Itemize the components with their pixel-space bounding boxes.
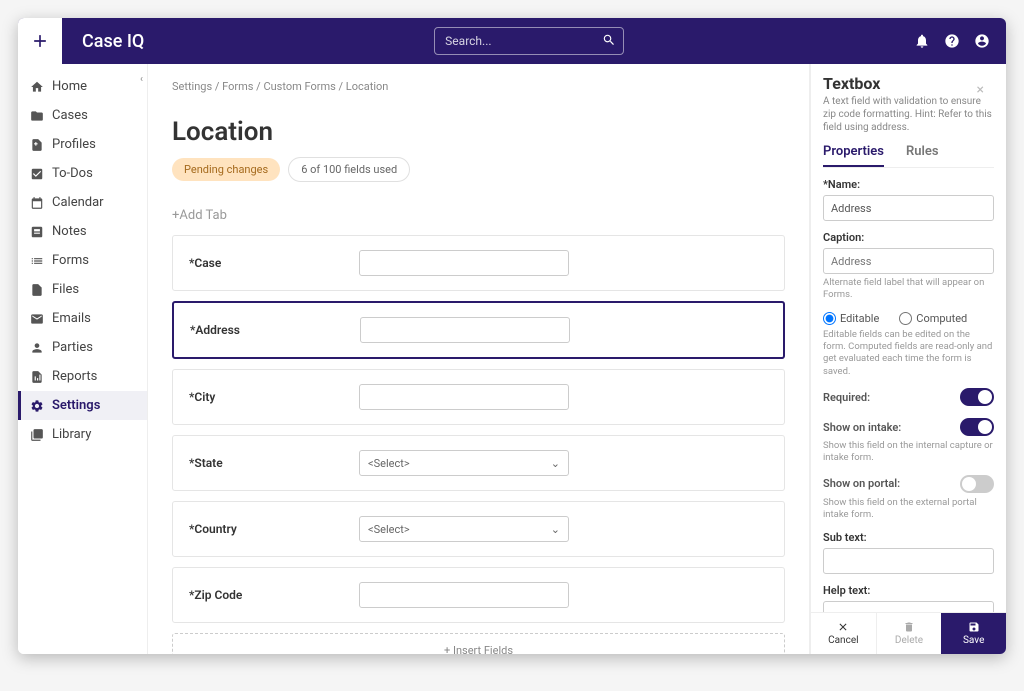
sidebar-item-todos[interactable]: To-Dos (18, 159, 147, 188)
sidebar-item-parties[interactable]: Parties (18, 333, 147, 362)
helptext-label: Help text: (823, 584, 994, 597)
subtext-label: Sub text: (823, 531, 994, 544)
form-row-state[interactable]: *State <Select>⌄ (172, 435, 785, 491)
form-row-case[interactable]: *Case (172, 235, 785, 291)
close-panel-icon[interactable]: × (977, 82, 984, 98)
sidebar-item-label: Reports (52, 369, 97, 384)
portal-label: Show on portal: (823, 477, 900, 490)
sidebar-item-label: Profiles (52, 137, 96, 152)
page-title: Location (172, 117, 785, 147)
sidebar-item-label: Settings (52, 398, 100, 413)
sidebar-item-label: Home (52, 79, 87, 94)
collapse-sidebar-icon[interactable]: ‹ (140, 74, 143, 85)
intake-note: Show this field on the internal capture … (823, 440, 994, 465)
caption-note: Alternate field label that will appear o… (823, 277, 994, 302)
portal-toggle[interactable] (960, 475, 994, 493)
tab-properties[interactable]: Properties (823, 144, 884, 167)
computed-radio[interactable]: Computed (899, 312, 967, 325)
sidebar-item-label: Notes (52, 224, 87, 239)
user-icon[interactable] (974, 33, 990, 49)
sidebar-item-library[interactable]: Library (18, 420, 147, 449)
field-label: *Country (189, 522, 359, 536)
form-row-address[interactable]: *Address (172, 301, 785, 359)
sidebar-item-notes[interactable]: Notes (18, 217, 147, 246)
name-input[interactable] (823, 195, 994, 221)
panel-description: A text field with validation to ensure z… (823, 95, 994, 134)
field-label: *Address (190, 323, 360, 337)
sidebar-item-label: Emails (52, 311, 91, 326)
field-input[interactable] (359, 250, 569, 276)
pending-changes-badge: Pending changes (172, 158, 280, 181)
sidebar-item-cases[interactable]: Cases (18, 101, 147, 130)
properties-panel: × Textbox A text field with validation t… (810, 64, 1006, 654)
sidebar-item-label: Cases (52, 108, 88, 123)
name-label: *Name: (823, 178, 994, 191)
editable-radio[interactable]: Editable (823, 312, 879, 325)
field-label: *Case (189, 256, 359, 270)
fields-count-badge: 6 of 100 fields used (288, 157, 410, 182)
field-select[interactable]: <Select>⌄ (359, 450, 569, 476)
search-icon (602, 33, 616, 47)
sidebar-item-label: Library (52, 427, 91, 442)
field-label: *Zip Code (189, 588, 359, 602)
caption-label: Caption: (823, 231, 994, 244)
main-content: Settings / Forms / Custom Forms / Locati… (148, 64, 810, 654)
sidebar-item-settings[interactable]: Settings (18, 391, 147, 420)
sidebar-item-profiles[interactable]: Profiles (18, 130, 147, 159)
cancel-button[interactable]: Cancel (811, 613, 876, 654)
field-input[interactable] (360, 317, 570, 343)
chevron-down-icon: ⌄ (551, 523, 560, 536)
sidebar-item-label: To-Dos (52, 166, 93, 181)
subtext-input[interactable] (823, 548, 994, 574)
portal-note: Show this field on the external portal i… (823, 497, 994, 522)
field-label: *City (189, 390, 359, 404)
sidebar-item-label: Forms (52, 253, 89, 268)
breadcrumb[interactable]: Settings / Forms / Custom Forms / Locati… (172, 80, 785, 93)
intake-toggle[interactable] (960, 418, 994, 436)
sidebar: ‹ Home Cases Profiles To-Dos Calendar No… (18, 64, 148, 654)
search-input[interactable] (434, 27, 624, 55)
chevron-down-icon: ⌄ (551, 457, 560, 470)
sidebar-item-emails[interactable]: Emails (18, 304, 147, 333)
bell-icon[interactable] (914, 33, 930, 49)
intake-label: Show on intake: (823, 421, 901, 434)
editable-note: Editable fields can be edited on the for… (823, 329, 994, 378)
field-input[interactable] (359, 582, 569, 608)
form-row-country[interactable]: *Country <Select>⌄ (172, 501, 785, 557)
form-row-city[interactable]: *City (172, 369, 785, 425)
add-tab-button[interactable]: +Add Tab (172, 202, 785, 229)
help-icon[interactable] (944, 33, 960, 49)
topbar: Case IQ (18, 18, 1006, 64)
create-button[interactable] (18, 18, 62, 64)
delete-button[interactable]: Delete (876, 613, 942, 654)
sidebar-item-calendar[interactable]: Calendar (18, 188, 147, 217)
save-button[interactable]: Save (941, 613, 1006, 654)
sidebar-item-forms[interactable]: Forms (18, 246, 147, 275)
helptext-input[interactable] (823, 601, 994, 612)
sidebar-item-label: Files (52, 282, 79, 297)
required-label: Required: (823, 391, 870, 404)
sidebar-item-files[interactable]: Files (18, 275, 147, 304)
caption-input[interactable] (823, 248, 994, 274)
required-toggle[interactable] (960, 388, 994, 406)
brand-title: Case IQ (82, 31, 144, 52)
field-select[interactable]: <Select>⌄ (359, 516, 569, 542)
insert-fields-button[interactable]: + Insert Fields (172, 633, 785, 654)
sidebar-item-label: Calendar (52, 195, 104, 210)
sidebar-item-label: Parties (52, 340, 93, 355)
sidebar-item-home[interactable]: Home (18, 72, 147, 101)
field-label: *State (189, 456, 359, 470)
form-row-zipcode[interactable]: *Zip Code (172, 567, 785, 623)
tab-rules[interactable]: Rules (906, 144, 939, 167)
field-input[interactable] (359, 384, 569, 410)
panel-title: Textbox (823, 74, 994, 93)
sidebar-item-reports[interactable]: Reports (18, 362, 147, 391)
